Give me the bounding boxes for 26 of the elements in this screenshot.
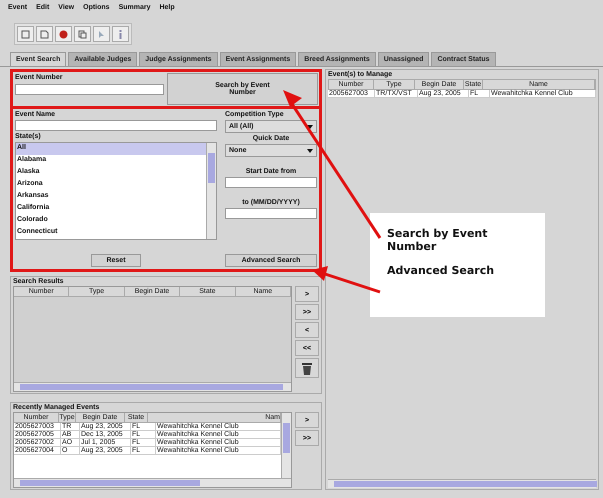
- input-field[interactable]: [15, 84, 164, 95]
- copy-icon: [78, 30, 87, 38]
- input-field[interactable]: [15, 120, 217, 131]
- toolbar-button[interactable]: [17, 26, 34, 42]
- document-icon: [40, 30, 49, 38]
- scrollbar[interactable]: [328, 479, 596, 488]
- trash-icon: [302, 362, 312, 374]
- caret-icon: [307, 124, 313, 128]
- scrollbar[interactable]: [14, 478, 291, 487]
- scrollbar[interactable]: [206, 143, 216, 239]
- scrollbar[interactable]: [281, 413, 291, 478]
- delete-button[interactable]: [295, 358, 319, 378]
- record-icon: [59, 30, 68, 38]
- input-field[interactable]: [225, 177, 317, 188]
- toolbar-button[interactable]: [55, 26, 72, 42]
- cursor-icon: [97, 30, 106, 38]
- toolbar-button[interactable]: [74, 26, 91, 42]
- callout-text: Advanced Search: [387, 264, 496, 277]
- toolbar-button[interactable]: [36, 26, 53, 42]
- scrollbar[interactable]: [14, 382, 291, 391]
- page-icon: [21, 30, 30, 38]
- callout-text: Search by Event Number: [387, 227, 489, 253]
- info-icon: [118, 30, 123, 38]
- input-field[interactable]: [225, 208, 317, 219]
- caret-icon: [307, 148, 313, 152]
- toolbar-button[interactable]: [112, 26, 129, 42]
